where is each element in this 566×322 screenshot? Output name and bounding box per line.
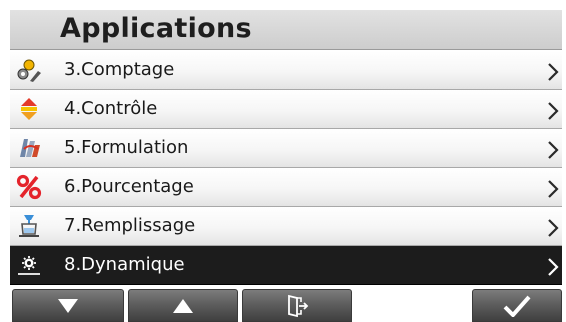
checkmark-icon xyxy=(503,295,531,317)
chevron-right-icon xyxy=(546,61,560,83)
app-screen: Applications 3.Comptage 4.Contrôle 5.For… xyxy=(10,10,562,322)
chevron-right-icon xyxy=(546,139,560,161)
checkweigh-icon xyxy=(16,96,42,122)
application-list: 3.Comptage 4.Contrôle 5.Formulation 6.Po… xyxy=(10,51,562,285)
softkey-bar xyxy=(10,289,562,322)
filling-icon xyxy=(16,213,42,239)
confirm-button[interactable] xyxy=(472,289,562,322)
scroll-up-button[interactable] xyxy=(128,289,238,322)
menu-item-label: 5.Formulation xyxy=(64,137,189,158)
chevron-right-icon xyxy=(546,217,560,239)
chevron-right-icon xyxy=(546,178,560,200)
scroll-down-button[interactable] xyxy=(12,289,124,322)
exit-icon xyxy=(288,294,309,317)
arrow-down-icon xyxy=(58,298,78,313)
chevron-right-icon xyxy=(546,256,560,278)
menu-item-label: 4.Contrôle xyxy=(64,98,158,119)
counting-icon xyxy=(16,57,42,83)
menu-item-comptage[interactable]: 3.Comptage xyxy=(10,51,562,90)
menu-item-label: 6.Pourcentage xyxy=(64,176,194,197)
menu-item-label: 8.Dynamique xyxy=(64,254,185,275)
menu-item-dynamique[interactable]: 8.Dynamique xyxy=(10,246,562,285)
menu-item-label: 3.Comptage xyxy=(64,59,175,80)
chevron-right-icon xyxy=(546,100,560,122)
menu-item-controle[interactable]: 4.Contrôle xyxy=(10,90,562,129)
menu-item-remplissage[interactable]: 7.Remplissage xyxy=(10,207,562,246)
percent-icon xyxy=(16,174,42,200)
page-title: Applications xyxy=(60,13,252,44)
title-bar: Applications xyxy=(10,10,562,50)
arrow-up-icon xyxy=(173,298,193,313)
menu-item-label: 7.Remplissage xyxy=(64,215,196,236)
exit-button[interactable] xyxy=(242,289,352,322)
formulation-icon xyxy=(16,135,42,161)
menu-item-formulation[interactable]: 5.Formulation xyxy=(10,129,562,168)
menu-item-pourcentage[interactable]: 6.Pourcentage xyxy=(10,168,562,207)
dynamic-icon xyxy=(16,252,42,278)
